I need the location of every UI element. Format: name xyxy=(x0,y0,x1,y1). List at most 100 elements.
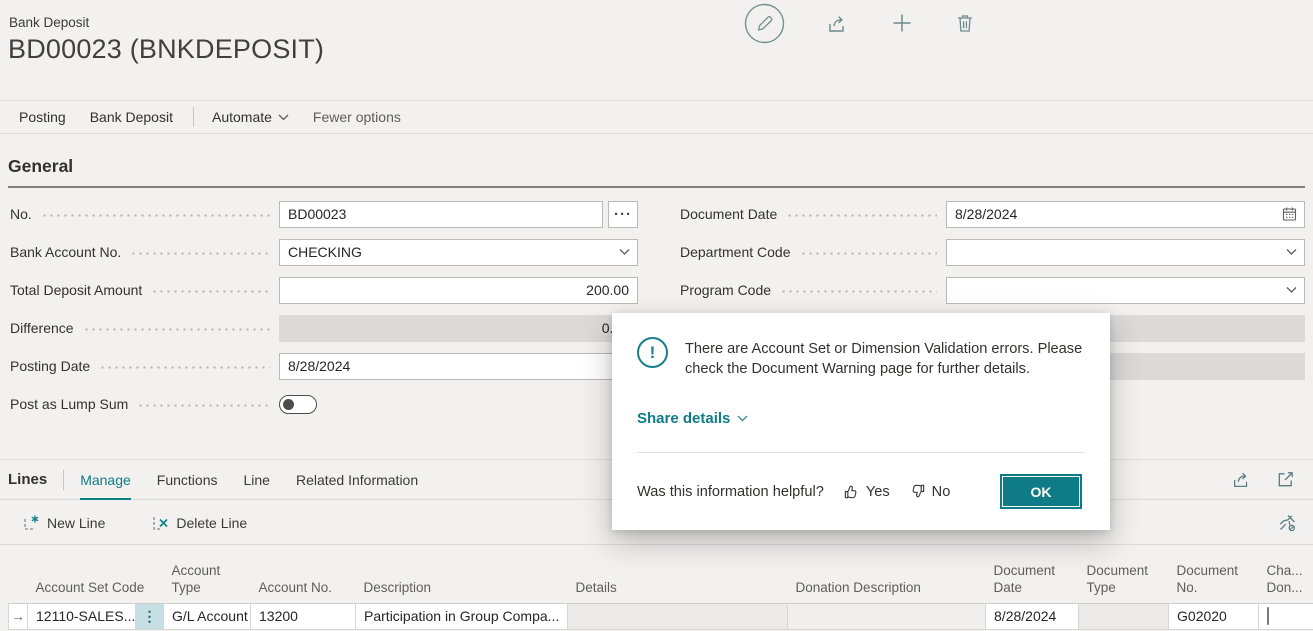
thumb-up-icon xyxy=(843,483,860,500)
lines-heading[interactable]: Lines xyxy=(8,471,47,488)
cell-document-no[interactable]: G02020 xyxy=(1169,603,1259,629)
pin-button[interactable] xyxy=(1277,513,1297,533)
post-as-lump-sum-toggle[interactable] xyxy=(279,395,317,414)
tab-functions[interactable]: Functions xyxy=(157,472,218,488)
feedback-no-button[interactable]: No xyxy=(909,483,951,500)
cell-details[interactable] xyxy=(568,603,788,629)
delete-line-icon xyxy=(151,514,169,532)
field-row: Bank Account No. xyxy=(10,238,638,266)
general-left-column: No. ··· Bank Account No. Total Deposit A… xyxy=(10,200,638,428)
chevron-down-icon xyxy=(737,415,748,422)
table-header-row: Account Set Code Account Type Account No… xyxy=(9,546,1313,603)
menu-posting[interactable]: Posting xyxy=(19,109,66,125)
field-label: No. xyxy=(10,206,32,222)
row-indicator-header xyxy=(9,546,28,603)
field-label: Document Date xyxy=(680,206,777,222)
field-row: Difference xyxy=(10,314,638,342)
assist-edit-button[interactable]: ··· xyxy=(608,201,638,228)
menu-bank-deposit[interactable]: Bank Deposit xyxy=(90,109,173,125)
open-in-new-window-icon xyxy=(1276,470,1295,489)
dialog-message: There are Account Set or Dimension Valid… xyxy=(685,337,1096,379)
chevron-down-icon[interactable] xyxy=(1286,287,1297,294)
field-label: Post as Lump Sum xyxy=(10,396,128,412)
bank-account-no-field[interactable] xyxy=(279,239,638,266)
ok-button[interactable]: OK xyxy=(1002,476,1080,507)
field-row: Posting Date xyxy=(10,352,638,380)
dotted-leader xyxy=(83,328,270,331)
col-description[interactable]: Description xyxy=(356,546,568,603)
col-document-type[interactable]: Document Type xyxy=(1079,546,1169,603)
validation-dialog: ! There are Account Set or Dimension Val… xyxy=(612,313,1110,530)
cell-account-set-code[interactable]: 12110-SALES... xyxy=(28,603,136,629)
lines-divider xyxy=(63,470,64,490)
breadcrumb[interactable]: Bank Deposit xyxy=(9,15,89,30)
new-button[interactable] xyxy=(891,12,913,34)
field-row: Department Code xyxy=(680,238,1305,266)
col-document-date[interactable]: Document Date xyxy=(986,546,1079,603)
cell-description[interactable]: Participation in Group Compa... xyxy=(356,603,568,629)
tab-line[interactable]: Line xyxy=(243,472,269,488)
general-section-header: General xyxy=(8,156,1305,188)
dotted-leader xyxy=(786,214,937,217)
cell-donation-description[interactable] xyxy=(788,603,986,629)
toggle-knob xyxy=(283,399,294,410)
pencil-icon xyxy=(744,3,785,44)
dialog-divider xyxy=(637,452,1085,453)
tab-related-information[interactable]: Related Information xyxy=(296,472,418,488)
document-date-field[interactable] xyxy=(946,201,1305,228)
col-document-no[interactable]: Document No. xyxy=(1169,546,1259,603)
cell-document-type[interactable] xyxy=(1079,603,1169,629)
dotted-leader xyxy=(99,366,270,369)
general-heading[interactable]: General xyxy=(8,156,1305,177)
feedback-yes-button[interactable]: Yes xyxy=(843,483,890,500)
trash-icon xyxy=(954,12,976,34)
chevron-down-icon[interactable] xyxy=(619,249,630,256)
no-field[interactable] xyxy=(279,201,603,228)
col-account-no[interactable]: Account No. xyxy=(251,546,356,603)
dotted-leader xyxy=(41,214,270,217)
share-details-link[interactable]: Share details xyxy=(637,410,748,427)
delete-button[interactable] xyxy=(954,12,976,34)
cell-account-type[interactable]: G/L Account xyxy=(164,603,251,629)
charity-donation-checkbox[interactable] xyxy=(1267,607,1269,625)
share-button[interactable] xyxy=(826,12,849,35)
program-code-field[interactable] xyxy=(946,277,1305,304)
col-account-set-code[interactable]: Account Set Code xyxy=(28,546,164,603)
field-label: Department Code xyxy=(680,244,791,260)
menu-divider xyxy=(193,107,194,127)
col-account-type[interactable]: Account Type xyxy=(164,546,251,603)
delete-line-button[interactable]: Delete Line xyxy=(151,514,247,532)
thumb-down-icon xyxy=(909,483,926,500)
table-row: → 12110-SALES... ⋮ G/L Account 13200 Par… xyxy=(9,603,1313,629)
edit-button[interactable] xyxy=(744,3,785,44)
col-donation-description[interactable]: Donation Description xyxy=(788,546,986,603)
posting-date-field[interactable] xyxy=(279,353,638,380)
lines-table: Account Set Code Account Type Account No… xyxy=(8,546,1313,630)
cell-charity-donation xyxy=(1259,603,1313,629)
tab-manage[interactable]: Manage xyxy=(80,472,131,488)
new-line-icon xyxy=(22,514,40,532)
calendar-icon[interactable] xyxy=(1282,207,1297,222)
action-bar: Posting Bank Deposit Automate Fewer opti… xyxy=(0,100,1313,134)
row-indicator-icon: → xyxy=(9,603,28,629)
share-icon xyxy=(826,12,849,35)
field-row: Total Deposit Amount xyxy=(10,276,638,304)
menu-automate[interactable]: Automate xyxy=(212,109,289,125)
dotted-leader xyxy=(130,252,270,255)
total-deposit-amount-field[interactable] xyxy=(279,277,638,304)
open-in-new-window-button[interactable] xyxy=(1276,470,1295,489)
chevron-down-icon[interactable] xyxy=(1286,249,1297,256)
field-row: Program Code xyxy=(680,276,1305,304)
row-more-options-icon[interactable]: ⋮ xyxy=(136,603,164,629)
dotted-leader xyxy=(780,290,937,293)
menu-fewer-options[interactable]: Fewer options xyxy=(313,109,401,125)
lines-grid: Account Set Code Account Type Account No… xyxy=(8,546,1313,630)
col-details[interactable]: Details xyxy=(568,546,788,603)
field-label: Total Deposit Amount xyxy=(10,282,142,298)
cell-account-no[interactable]: 13200 xyxy=(251,603,356,629)
new-line-button[interactable]: New Line xyxy=(22,514,105,532)
col-charity-donation[interactable]: Cha... Don... xyxy=(1259,546,1313,603)
share-lines-button[interactable] xyxy=(1231,469,1252,490)
cell-document-date[interactable]: 8/28/2024 xyxy=(986,603,1079,629)
department-code-field[interactable] xyxy=(946,239,1305,266)
